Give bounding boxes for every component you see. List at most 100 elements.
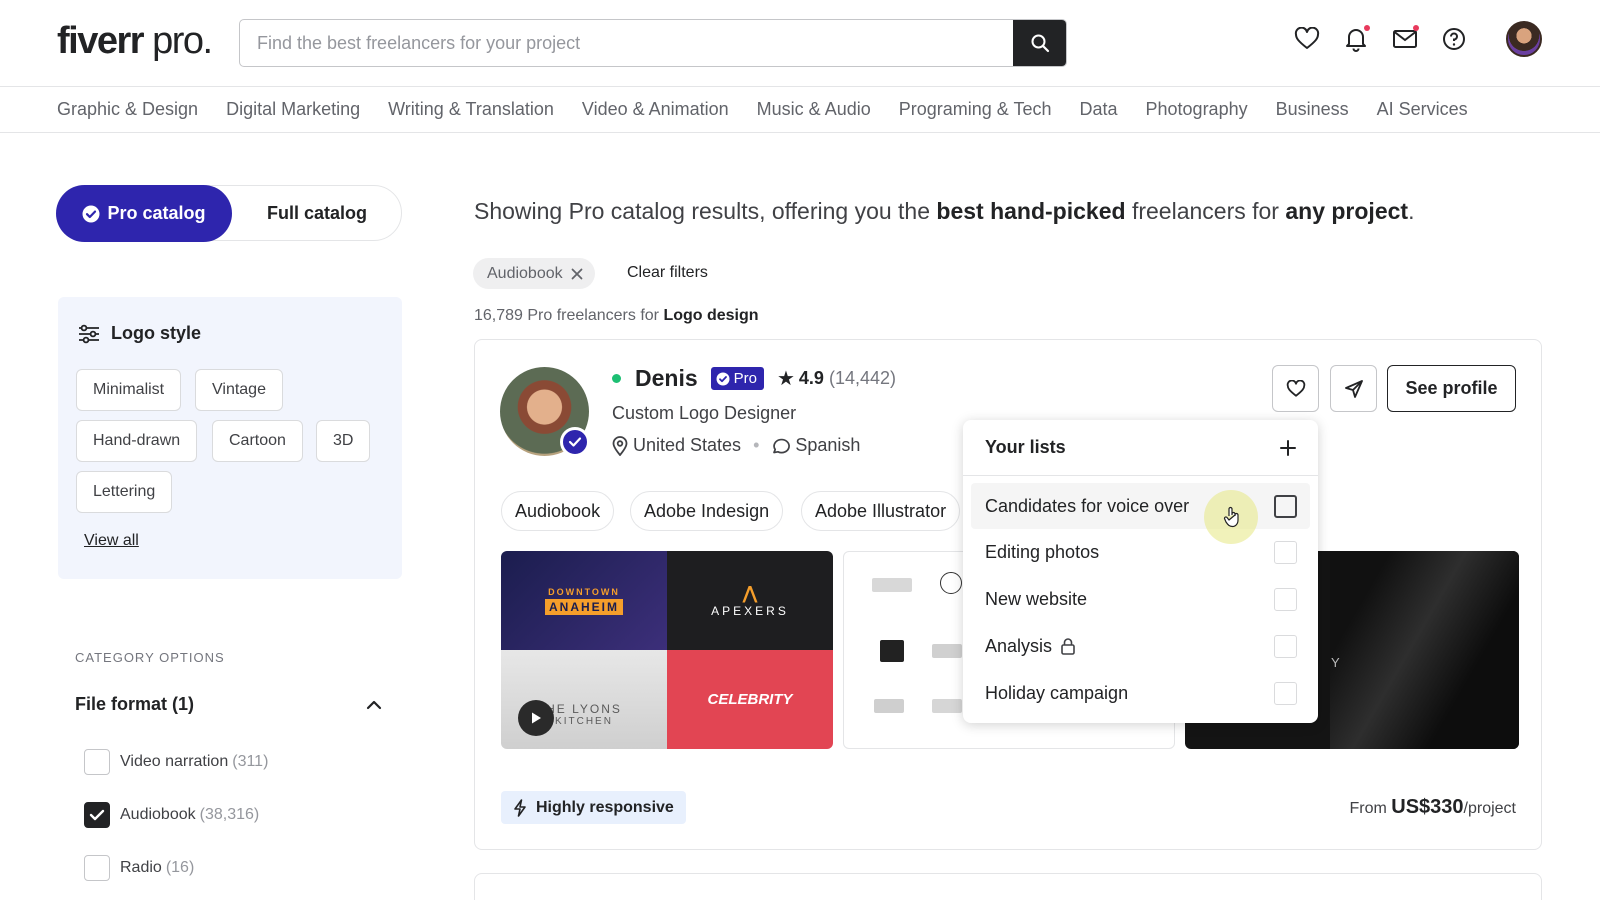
list-item-label: Editing photos bbox=[985, 541, 1100, 562]
category-nav-item[interactable]: Graphic & Design bbox=[57, 99, 198, 120]
list-item[interactable]: Editing photos bbox=[971, 529, 1310, 575]
logo-suffix: pro. bbox=[143, 20, 213, 62]
filter-option-row[interactable]: Audiobook (38,316) bbox=[84, 802, 259, 828]
skill-tag[interactable]: Audiobook bbox=[501, 491, 615, 531]
help-button[interactable] bbox=[1440, 25, 1468, 53]
full-catalog-button[interactable]: Full catalog bbox=[233, 186, 401, 240]
checkbox-checked[interactable] bbox=[84, 802, 110, 828]
logo-sample bbox=[874, 699, 904, 713]
active-filter-pill[interactable]: Audiobook bbox=[473, 258, 595, 289]
style-chip[interactable]: Cartoon bbox=[212, 420, 303, 462]
logo-sample bbox=[932, 699, 962, 713]
lists-dropdown: Your lists Candidates for voice over Edi… bbox=[963, 420, 1318, 723]
view-all-link[interactable]: View all bbox=[84, 532, 139, 550]
thumb-text: CELEBRITY bbox=[707, 691, 793, 708]
hand-cursor-icon bbox=[1223, 506, 1239, 528]
pro-badge: Pro bbox=[710, 367, 764, 390]
logo-sample bbox=[872, 578, 912, 592]
category-nav-item[interactable]: Writing & Translation bbox=[388, 99, 554, 120]
list-checkbox[interactable] bbox=[1274, 494, 1297, 518]
highly-responsive-badge: Highly responsive bbox=[501, 791, 686, 824]
filter-option-count: (38,316) bbox=[199, 806, 260, 823]
category-nav-item[interactable]: AI Services bbox=[1377, 99, 1468, 120]
online-status-dot bbox=[612, 374, 621, 383]
user-avatar[interactable] bbox=[1506, 21, 1542, 57]
skill-tag[interactable]: Adobe Illustrator bbox=[801, 491, 961, 531]
save-to-list-button[interactable] bbox=[1272, 365, 1319, 412]
seller-card[interactable] bbox=[474, 873, 1542, 900]
notifications-button[interactable] bbox=[1342, 25, 1370, 53]
list-item-label: Candidates for voice over bbox=[985, 495, 1190, 516]
style-chip[interactable]: Minimalist bbox=[76, 369, 182, 411]
see-profile-button[interactable]: See profile bbox=[1387, 365, 1516, 412]
list-checkbox[interactable] bbox=[1274, 587, 1297, 611]
filter-option-row[interactable]: Radio (16) bbox=[84, 855, 194, 881]
list-item-label: Holiday campaign bbox=[985, 682, 1129, 703]
search-bar bbox=[239, 19, 1067, 67]
filter-option-label: Radio bbox=[120, 859, 162, 876]
skill-tag[interactable]: Adobe Indesign bbox=[630, 491, 784, 531]
style-chip[interactable]: 3D bbox=[316, 420, 371, 462]
style-chip[interactable]: Vintage bbox=[195, 369, 283, 411]
category-nav-item[interactable]: Digital Marketing bbox=[226, 99, 360, 120]
file-format-toggle[interactable]: File format (1) bbox=[75, 694, 382, 715]
category-nav-item[interactable]: Music & Audio bbox=[757, 99, 871, 120]
list-item[interactable]: Holiday campaign bbox=[971, 670, 1310, 716]
logo-sample bbox=[940, 572, 962, 594]
location-pin-icon bbox=[612, 435, 628, 456]
category-nav-item[interactable]: Video & Animation bbox=[582, 99, 729, 120]
filter-option-count: (16) bbox=[165, 859, 195, 876]
messages-button[interactable] bbox=[1391, 25, 1419, 53]
checkbox[interactable] bbox=[84, 855, 110, 881]
star-icon: ★ bbox=[776, 368, 795, 390]
share-button[interactable] bbox=[1330, 365, 1377, 412]
pro-catalog-label: Pro catalog bbox=[107, 203, 206, 223]
thumb-text: APEXERS bbox=[711, 604, 789, 618]
notification-dot bbox=[1364, 25, 1370, 31]
search-button[interactable] bbox=[1013, 20, 1066, 66]
search-input[interactable] bbox=[240, 20, 1013, 66]
favorites-button[interactable] bbox=[1293, 25, 1321, 53]
fiverr-pro-logo[interactable]: fiverr pro. bbox=[57, 20, 213, 63]
price-value: US$330 bbox=[1391, 796, 1464, 818]
category-nav-item[interactable]: Business bbox=[1276, 99, 1349, 120]
heart-icon bbox=[1286, 379, 1305, 397]
results-headline: Showing Pro catalog results, offering yo… bbox=[474, 198, 1414, 225]
lists-title: Your lists bbox=[985, 437, 1066, 457]
close-icon[interactable] bbox=[571, 268, 583, 280]
category-nav: Graphic & Design Digital Marketing Writing… bbox=[0, 88, 1600, 133]
list-checkbox[interactable] bbox=[1274, 681, 1297, 705]
thumb-text: KITCHEN bbox=[555, 716, 613, 727]
headline-text: freelancers for bbox=[1125, 198, 1286, 224]
list-item[interactable]: Analysis bbox=[971, 623, 1310, 669]
result-query: Logo design bbox=[663, 307, 759, 324]
seller-name[interactable]: Denis bbox=[635, 365, 698, 392]
category-nav-item[interactable]: Photography bbox=[1146, 99, 1248, 120]
filter-option-count: (311) bbox=[232, 753, 269, 770]
category-nav-item[interactable]: Programing & Tech bbox=[899, 99, 1052, 120]
checkbox[interactable] bbox=[84, 749, 110, 775]
filter-option-row[interactable]: Video narration (311) bbox=[84, 749, 268, 775]
clear-filters-button[interactable]: Clear filters bbox=[627, 264, 708, 282]
list-checkbox[interactable] bbox=[1274, 634, 1297, 658]
logo-text: fiverr bbox=[57, 20, 145, 62]
message-dot bbox=[1413, 25, 1419, 31]
list-item-label: Analysis bbox=[985, 635, 1053, 656]
heart-icon bbox=[1294, 27, 1320, 49]
list-item[interactable]: Candidates for voice over bbox=[971, 483, 1310, 529]
headline-bold: any project bbox=[1285, 198, 1409, 224]
style-chip[interactable]: Lettering bbox=[76, 471, 173, 513]
pro-badge-label: Pro bbox=[733, 370, 757, 387]
list-item[interactable]: New website bbox=[971, 576, 1310, 622]
plus-icon[interactable] bbox=[1280, 439, 1296, 456]
seller-location-row: United States • Spanish bbox=[612, 435, 860, 456]
logo-style-label: Logo style bbox=[111, 323, 202, 343]
top-header: fiverr pro. bbox=[0, 0, 1600, 87]
seller-name-row: Denis Pro ★ 4.9 (14,442) bbox=[612, 365, 896, 392]
category-nav-item[interactable]: Data bbox=[1079, 99, 1117, 120]
style-chip[interactable]: Hand-drawn bbox=[76, 420, 198, 462]
play-button[interactable] bbox=[518, 700, 554, 736]
portfolio-thumbnail[interactable]: DOWNTOWN ANAHEIM ⋀ APEXERS HE LYONS KITCHEN… bbox=[501, 551, 833, 749]
pro-catalog-button[interactable]: Pro catalog bbox=[56, 185, 232, 242]
list-checkbox[interactable] bbox=[1274, 540, 1297, 564]
